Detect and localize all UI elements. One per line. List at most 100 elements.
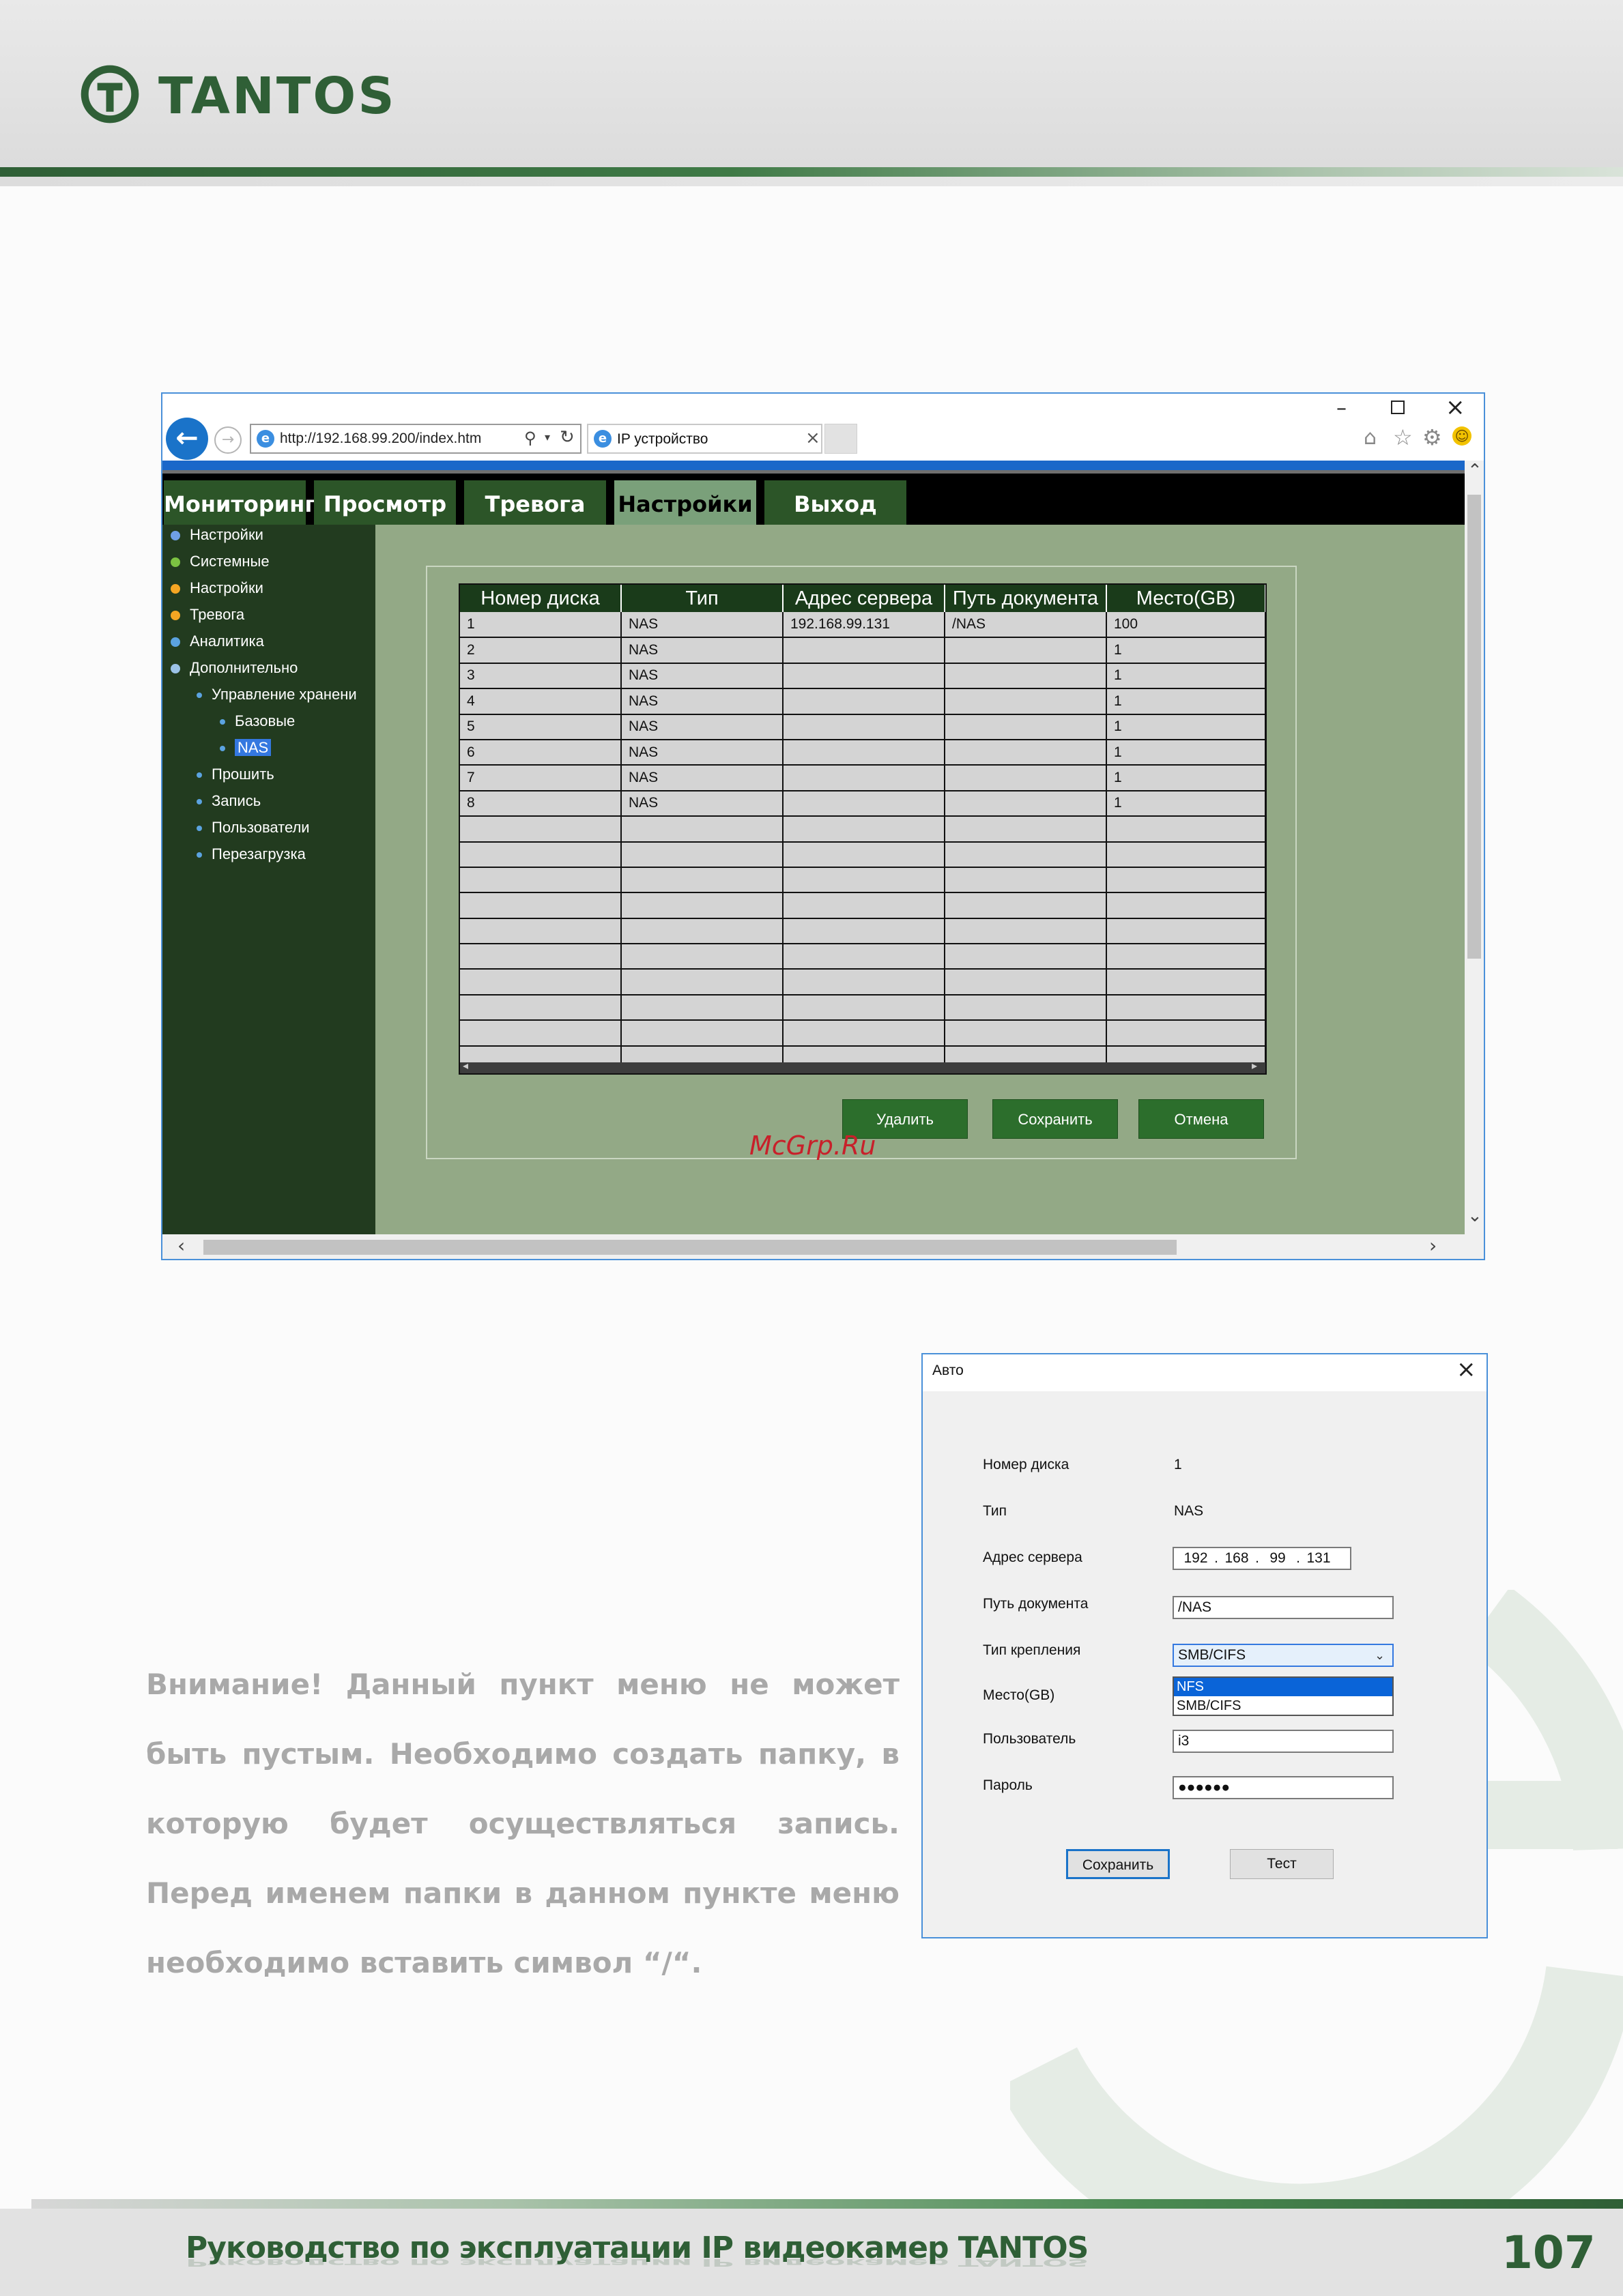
table-cell: NAS: [621, 739, 784, 766]
path-field[interactable]: /NAS: [1173, 1596, 1394, 1619]
sidebar-item-nas[interactable]: NAS: [220, 739, 272, 757]
sidebar-item-settings-2[interactable]: Настройки: [171, 579, 263, 597]
close-icon[interactable]: ×: [1446, 394, 1465, 421]
table-cell: [621, 892, 784, 919]
horizontal-scrollbar[interactable]: ‹ ›: [162, 1234, 1484, 1259]
bullet-icon: [220, 719, 225, 725]
table-cell: [945, 790, 1107, 817]
table-cell: [945, 816, 1107, 843]
scroll-thumb[interactable]: [203, 1240, 1177, 1255]
table-row[interactable]: 5 NAS 1: [460, 714, 1265, 740]
tab-settings[interactable]: Настройки: [614, 480, 756, 528]
chevron-down-icon[interactable]: ▾: [545, 431, 550, 444]
tab-alarm[interactable]: Тревога: [464, 480, 606, 528]
column-header[interactable]: Место(GB): [1106, 585, 1265, 612]
tab-exit[interactable]: Выход: [764, 480, 906, 528]
cancel-button[interactable]: Отмена: [1138, 1099, 1264, 1139]
new-tab-button[interactable]: [824, 424, 857, 454]
table-cell: [783, 816, 945, 843]
maximize-icon[interactable]: [1391, 401, 1405, 414]
table-row-empty: [460, 867, 1265, 894]
table-row[interactable]: 8 NAS 1: [460, 790, 1265, 817]
scroll-left-icon[interactable]: ◂: [463, 1059, 468, 1072]
chevron-left-icon[interactable]: ‹: [177, 1234, 185, 1257]
dialog-test-button[interactable]: Тест: [1230, 1849, 1334, 1879]
address-bar[interactable]: e http://192.168.99.200/index.htm ⚲ ▾ ↻: [250, 424, 581, 454]
table-cell: [1106, 892, 1265, 919]
brand-logo-text: TANTOS: [158, 67, 397, 126]
tab-view[interactable]: Просмотр: [314, 480, 456, 528]
sidebar-item-users[interactable]: Пользователи: [197, 819, 310, 837]
table-cell: [1106, 994, 1265, 1021]
gear-icon[interactable]: ⚙: [1422, 424, 1442, 450]
bullet-icon: [197, 852, 202, 858]
sidebar-item-advanced[interactable]: Дополнительно: [171, 659, 298, 677]
close-icon[interactable]: ×: [1456, 1356, 1476, 1383]
sidebar-item-firmware[interactable]: Прошить: [197, 766, 274, 783]
browser-toolbar: ← → e http://192.168.99.200/index.htm ⚲ …: [162, 394, 1484, 461]
column-header[interactable]: Адрес сервера: [783, 585, 945, 612]
sidebar-item-settings[interactable]: Настройки: [171, 526, 263, 544]
search-icon[interactable]: ⚲: [524, 428, 536, 448]
star-icon[interactable]: ☆: [1393, 424, 1413, 450]
table-row[interactable]: 2 NAS 1: [460, 637, 1265, 664]
system-icon: [171, 557, 180, 568]
mount-option-smb[interactable]: SMB/CIFS: [1174, 1697, 1392, 1715]
smiley-icon[interactable]: ☺: [1452, 426, 1471, 446]
table-row[interactable]: 7 NAS 1: [460, 765, 1265, 791]
table-cell: [621, 994, 784, 1021]
tab-monitoring[interactable]: Мониторинг: [164, 480, 316, 528]
scroll-thumb[interactable]: [1467, 495, 1481, 959]
ie-icon: e: [257, 430, 274, 448]
close-icon[interactable]: ×: [805, 428, 820, 448]
scroll-right-icon[interactable]: ▸: [1252, 1059, 1257, 1072]
username-field[interactable]: i3: [1173, 1730, 1394, 1753]
table-cell: [945, 892, 1107, 919]
server-ip-field[interactable]: 192. 168. 99. 131: [1173, 1547, 1351, 1570]
mount-option-nfs[interactable]: NFS: [1174, 1678, 1392, 1696]
bell-icon: [171, 611, 180, 621]
forward-arrow-icon[interactable]: →: [214, 426, 242, 454]
header-stripe-light: [0, 177, 1623, 186]
column-header[interactable]: Номер диска: [460, 585, 622, 612]
sidebar-item-system[interactable]: Системные: [171, 553, 270, 570]
mount-type-select[interactable]: SMB/CIFS ⌄: [1173, 1644, 1394, 1667]
sidebar-item-basic[interactable]: Базовые: [220, 712, 295, 730]
table-row[interactable]: 6 NAS 1: [460, 739, 1265, 766]
table-cell: [783, 1020, 945, 1047]
chevron-down-icon[interactable]: ⌄: [1375, 1645, 1385, 1666]
table-row[interactable]: 1 NAS 192.168.99.131/NAS 100: [460, 612, 1265, 639]
table-cell: [1106, 1020, 1265, 1047]
back-arrow-icon[interactable]: ←: [166, 418, 208, 460]
table-cell: [945, 1020, 1107, 1047]
vertical-scrollbar[interactable]: ⌃ ⌄: [1465, 461, 1484, 1234]
password-field[interactable]: ●●●●●●: [1173, 1776, 1394, 1799]
table-cell: [621, 816, 784, 843]
chevron-up-icon[interactable]: ⌃: [1467, 461, 1482, 481]
browser-tab[interactable]: e IP устройство ×: [587, 424, 822, 454]
table-row[interactable]: 3 NAS 1: [460, 663, 1265, 690]
table-cell: [783, 663, 945, 690]
sidebar-item-storage[interactable]: Управление хранени: [197, 686, 357, 703]
save-button[interactable]: Сохранить: [992, 1099, 1118, 1139]
table-row-empty: [460, 816, 1265, 843]
sidebar-item-analytics[interactable]: Аналитика: [171, 633, 264, 650]
table-cell: 1: [1106, 765, 1265, 791]
sidebar-item-record[interactable]: Запись: [197, 792, 261, 810]
column-header[interactable]: Тип: [621, 585, 784, 612]
column-header[interactable]: Путь документа: [945, 585, 1107, 612]
table-cell: [945, 637, 1107, 664]
refresh-icon[interactable]: ↻: [560, 427, 575, 448]
sidebar-item-reboot[interactable]: Перезагрузка: [197, 845, 306, 863]
table-row[interactable]: 4 NAS 1: [460, 688, 1265, 715]
chevron-right-icon[interactable]: ›: [1429, 1234, 1437, 1257]
dialog-save-button[interactable]: Сохранить: [1066, 1849, 1170, 1879]
table-cell: [460, 892, 622, 919]
table-cell: [1106, 944, 1265, 970]
sidebar-item-alarm[interactable]: Тревога: [171, 606, 244, 624]
home-icon[interactable]: ⌂: [1364, 426, 1377, 450]
minimize-icon[interactable]: –: [1336, 396, 1347, 420]
user-label: Пользователь: [983, 1731, 1076, 1747]
chevron-down-icon[interactable]: ⌄: [1467, 1206, 1482, 1226]
table-scrollbar[interactable]: ◂ ▸: [460, 1059, 1265, 1073]
